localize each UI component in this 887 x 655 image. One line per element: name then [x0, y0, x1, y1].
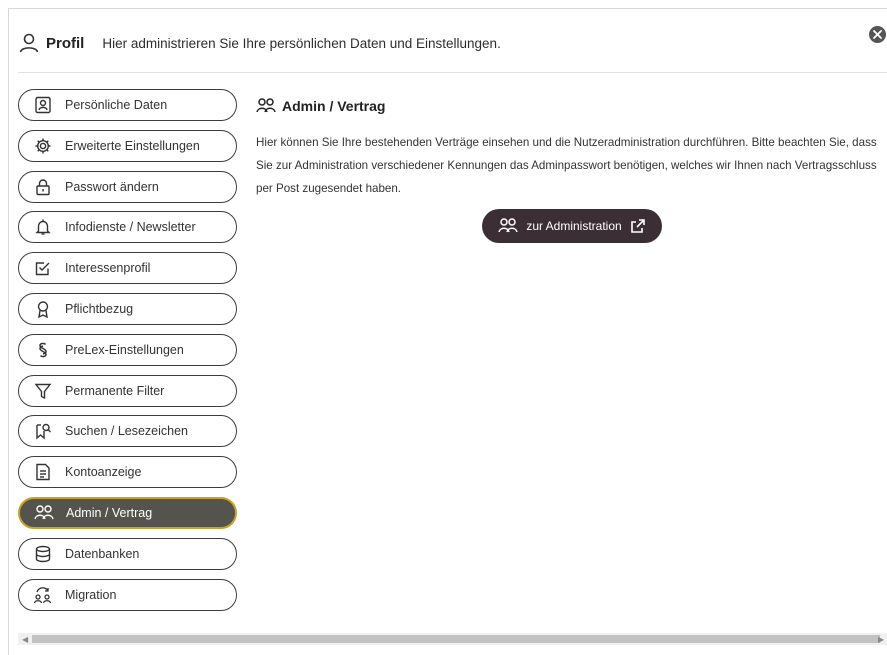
sidebar-item-label: Migration: [65, 587, 117, 602]
sidebar-item-permanente-filter[interactable]: Permanente Filter: [18, 374, 237, 407]
sidebar-item-label: Datenbanken: [65, 546, 140, 561]
sidebar-item-label: Passwort ändern: [65, 179, 159, 194]
sidebar-item-kontoanzeige[interactable]: Kontoanzeige: [18, 456, 237, 489]
scroll-left-icon[interactable]: ◀: [22, 635, 28, 644]
users-icon: [256, 97, 276, 115]
sidebar-item-erweiterte-einstellungen[interactable]: Erweiterte Einstellungen: [18, 129, 237, 162]
sidebar-item-suchen-lesezeichen[interactable]: Suchen / Lesezeichen: [18, 415, 237, 448]
profile-sidebar: Persönliche Daten Erweiterte Einstellung…: [18, 89, 237, 619]
bookmark-search-icon: [33, 421, 53, 441]
id-card-icon: [33, 95, 53, 115]
section-description: Hier können Sie Ihre bestehenden Verträg…: [256, 136, 877, 195]
sidebar-item-label: Permanente Filter: [65, 383, 165, 398]
section-title: Admin / Vertrag: [282, 98, 386, 114]
sidebar-item-label: Erweiterte Einstellungen: [65, 138, 200, 153]
checkbox-icon: [33, 258, 53, 278]
migration-icon: [33, 585, 53, 605]
bell-icon: [33, 217, 53, 237]
sidebar-item-label: Persönliche Daten: [65, 98, 168, 112]
button-label: zur Administration: [526, 219, 622, 233]
user-icon: [18, 32, 40, 54]
sidebar-item-label: Infodienste / Newsletter: [65, 220, 196, 235]
users-icon: [498, 217, 519, 235]
filter-icon: [33, 381, 53, 401]
database-icon: [33, 544, 53, 564]
zur-administration-button[interactable]: zur Administration: [482, 209, 662, 243]
sidebar-item-persoenliche-daten[interactable]: Persönliche Daten: [18, 89, 237, 121]
sidebar-item-label: Interessenprofil: [65, 261, 151, 276]
award-icon: [33, 299, 53, 319]
sidebar-item-pflichtbezug[interactable]: Pflichtbezug: [18, 292, 237, 325]
content-panel: Admin / Vertrag Hier können Sie Ihre bes…: [256, 96, 887, 243]
page-subtitle: Hier administrieren Sie Ihre persönliche…: [102, 35, 501, 51]
paragraph-icon: [33, 340, 53, 360]
external-link-icon: [630, 218, 646, 234]
sidebar-item-passwort-aendern[interactable]: Passwort ändern: [18, 170, 237, 203]
close-icon: [873, 30, 882, 39]
page-title: Profil: [46, 34, 85, 52]
scroll-right-icon[interactable]: ▶: [878, 635, 884, 644]
header-divider: [18, 72, 887, 73]
sidebar-item-prelex-einstellungen[interactable]: PreLex-Einstellungen: [18, 333, 237, 366]
section-header: Admin / Vertrag: [256, 96, 887, 116]
horizontal-scrollbar[interactable]: ◀ ▶: [18, 633, 887, 645]
sidebar-item-label: PreLex-Einstellungen: [65, 342, 184, 357]
profile-header: Profil Hier administrieren Sie Ihre pers…: [18, 30, 501, 56]
sidebar-item-label: Kontoanzeige: [65, 465, 142, 480]
sidebar-item-admin-vertrag[interactable]: Admin / Vertrag: [18, 496, 237, 529]
sidebar-item-infodienste-newsletter[interactable]: Infodienste / Newsletter: [18, 211, 237, 244]
sidebar-item-label: Suchen / Lesezeichen: [65, 424, 189, 439]
sidebar-item-label: Admin / Vertrag: [66, 505, 153, 520]
lock-icon: [33, 177, 53, 197]
close-button[interactable]: [869, 26, 886, 43]
document-icon: [33, 462, 53, 482]
sidebar-item-interessenprofil[interactable]: Interessenprofil: [18, 252, 237, 285]
sidebar-item-migration[interactable]: Migration: [18, 578, 237, 611]
sidebar-item-datenbanken[interactable]: Datenbanken: [18, 537, 237, 570]
scrollbar-thumb[interactable]: [32, 635, 880, 643]
sidebar-item-label: Pflichtbezug: [65, 301, 134, 316]
users-icon: [34, 503, 54, 523]
gear-icon: [33, 136, 53, 156]
